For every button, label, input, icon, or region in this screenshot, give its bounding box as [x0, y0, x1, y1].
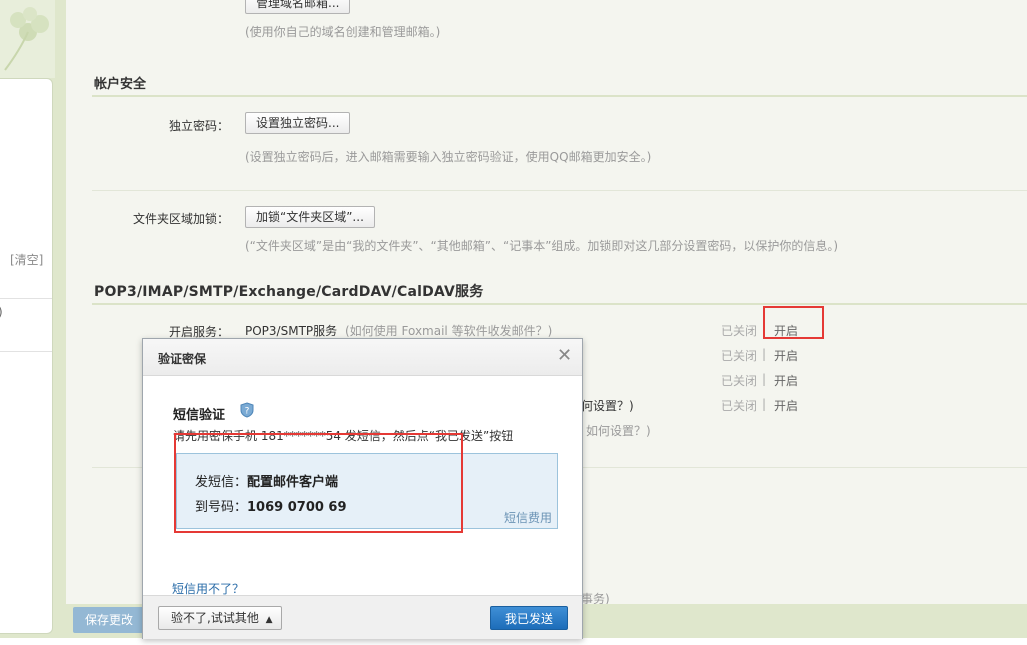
try-other-button[interactable]: 验不了,试试其他 ▲ [158, 606, 282, 630]
dialog-footer: 验不了,试试其他 ▲ 我已发送 [143, 595, 582, 639]
enable-service-link[interactable]: 开启 [774, 347, 798, 364]
shield-icon: ? [239, 402, 255, 418]
highlight-enable-pop3 [763, 306, 824, 339]
try-other-label: 验不了,试试其他 [171, 611, 259, 625]
independent-password-label: 独立密码： [169, 119, 230, 133]
service-status: 已关闭 [721, 374, 758, 388]
save-changes-button[interactable]: 保存更改 [73, 607, 145, 633]
account-security-title: 帐户安全 [94, 77, 147, 92]
status-separator: | [762, 372, 767, 386]
divider [0, 298, 52, 299]
domain-hint: (使用你自己的域名创建和管理邮箱。) [245, 25, 441, 39]
left-column: [清空] ) [0, 0, 66, 645]
sms-fee-link[interactable]: 短信费用 [504, 509, 552, 526]
folder-lock-button[interactable]: 加锁“文件夹区域”... [245, 206, 375, 228]
svg-text:?: ? [245, 407, 250, 417]
decorative-flower [0, 0, 55, 78]
pop3-smtp-service-name: POP3/SMTP服务 [245, 324, 338, 338]
clear-link[interactable]: [清空] [10, 251, 43, 268]
status-separator: | [762, 347, 767, 361]
enable-service-link[interactable]: 开启 [774, 397, 798, 414]
dialog-title: 验证密保 [158, 352, 207, 366]
divider [0, 351, 52, 352]
left-paren: ) [0, 305, 3, 319]
set-independent-password-button[interactable]: 设置独立密码... [245, 112, 351, 134]
service-help-partial-2[interactable]: 如何设置？) [586, 422, 651, 439]
highlight-sms-info [174, 433, 463, 533]
folder-lock-hint: (“文件夹区域”是由“我的文件夹”、“其他邮箱”、“记事本”组成。加锁即对这几部… [245, 239, 839, 253]
folder-lock-label: 文件夹区域加锁： [133, 212, 230, 226]
close-icon[interactable]: ✕ [557, 347, 572, 365]
sent-button[interactable]: 我已发送 [490, 606, 568, 630]
section-rule [92, 303, 1027, 305]
independent-password-hint: (设置独立密码后，进入邮箱需要输入独立密码验证，使用QQ邮箱更加安全。) [245, 150, 652, 164]
status-separator: | [762, 397, 767, 411]
footer-strip [0, 638, 1027, 645]
pop3-help-link[interactable]: (如何使用 Foxmail 等软件收发邮件？) [345, 322, 552, 339]
enable-service-link[interactable]: 开启 [774, 372, 798, 389]
service-status: 已关闭 [721, 324, 758, 338]
services-title: POP3/IMAP/SMTP/Exchange/CardDAV/CalDAV服务 [94, 284, 484, 300]
section-rule [92, 95, 1027, 97]
left-panel: [清空] ) [0, 78, 53, 634]
row-divider [92, 190, 1027, 191]
manage-domain-button[interactable]: 管理域名邮箱... [245, 0, 351, 14]
triangle-up-icon: ▲ [265, 615, 273, 625]
service-help-partial[interactable]: 何设置？) [581, 397, 634, 414]
service-status: 已关闭 [721, 399, 758, 413]
dialog-header: 验证密保 ✕ [143, 339, 582, 376]
sms-verify-title: 短信验证 [173, 408, 226, 423]
service-status: 已关闭 [721, 349, 758, 363]
